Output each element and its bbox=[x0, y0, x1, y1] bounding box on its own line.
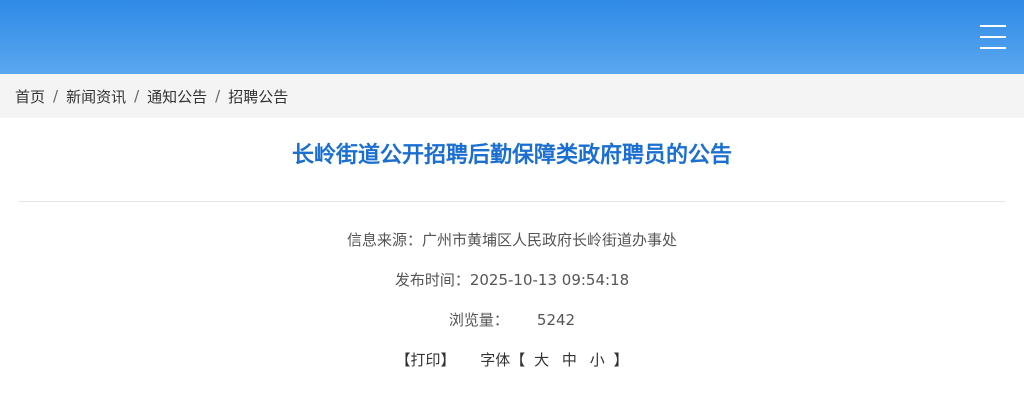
breadcrumb-recruitment[interactable]: 招聘公告 bbox=[228, 86, 288, 107]
source-label: 信息来源： bbox=[346, 231, 422, 249]
article-tools: 【打印】 字体【 大 中 小 】 bbox=[0, 340, 1024, 380]
font-size-medium-button[interactable]: 中 bbox=[562, 351, 577, 369]
views-count: 5242 bbox=[536, 311, 576, 329]
views-row: 浏览量： 5242 bbox=[0, 300, 1024, 340]
breadcrumb-notices[interactable]: 通知公告 bbox=[147, 86, 207, 107]
source-row: 信息来源：广州市黄埔区人民政府长岭街道办事处 bbox=[0, 220, 1024, 260]
font-size-close-bracket: 】 bbox=[613, 351, 629, 369]
font-size-small-button[interactable]: 小 bbox=[590, 351, 605, 369]
breadcrumb-separator: / bbox=[134, 87, 140, 105]
article-title: 长岭街道公开招聘后勤保障类政府聘员的公告 bbox=[291, 143, 732, 168]
views-label: 浏览量： bbox=[448, 311, 509, 329]
font-size-large-button[interactable]: 大 bbox=[534, 351, 549, 369]
publish-time-row: 发布时间：2025-10-13 09:54:18 bbox=[0, 260, 1024, 300]
breadcrumb: 首页 / 新闻资讯 / 通知公告 / 招聘公告 bbox=[0, 74, 1024, 118]
print-button[interactable]: 【打印】 bbox=[396, 351, 456, 369]
breadcrumb-news[interactable]: 新闻资讯 bbox=[66, 86, 126, 107]
hamburger-menu-icon[interactable] bbox=[980, 25, 1006, 51]
breadcrumb-separator: / bbox=[53, 87, 59, 105]
breadcrumb-home[interactable]: 首页 bbox=[15, 86, 45, 107]
title-divider bbox=[19, 201, 1005, 202]
publish-time-label: 发布时间： bbox=[394, 271, 470, 289]
publish-time-value: 2025-10-13 09:54:18 bbox=[469, 271, 630, 289]
breadcrumb-separator: / bbox=[215, 87, 221, 105]
site-header bbox=[0, 0, 1024, 74]
font-size-label: 字体【 bbox=[480, 351, 526, 369]
source-value: 广州市黄埔区人民政府长岭街道办事处 bbox=[422, 231, 678, 249]
article-meta: 信息来源：广州市黄埔区人民政府长岭街道办事处 发布时间：2025-10-13 0… bbox=[0, 220, 1024, 380]
